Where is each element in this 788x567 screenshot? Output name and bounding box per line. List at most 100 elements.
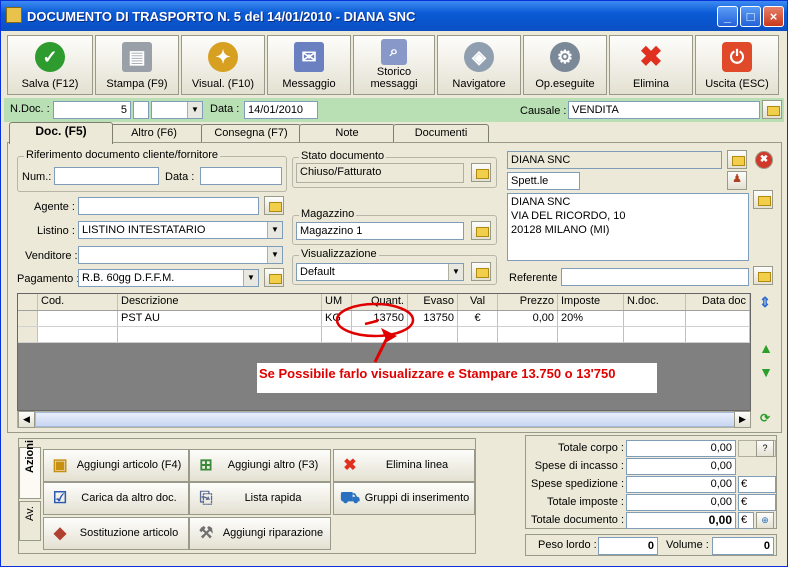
message-button[interactable]: ✉ Messaggio xyxy=(267,35,351,95)
warehouse-input[interactable]: Magazzino 1 xyxy=(296,222,464,240)
add-repair-button[interactable]: ⚒ Aggiungi riparazione xyxy=(189,517,331,550)
ndoc-input[interactable]: 5 xyxy=(53,101,131,119)
agente-folder-button[interactable] xyxy=(264,196,284,215)
tab-doc[interactable]: Doc. (F5) xyxy=(9,122,113,144)
shapes-icon: ◆ xyxy=(53,525,67,542)
customer-folder-button[interactable] xyxy=(727,150,747,169)
total-taxes-row: Totale imposte : 0,00 € xyxy=(526,494,778,512)
grid-plus-icon: ⊞ xyxy=(199,457,213,474)
quick-list-button[interactable]: ⎘ Lista rapida xyxy=(189,482,331,515)
col-ndoc[interactable]: N.doc. xyxy=(624,294,686,310)
venditore-select[interactable]: ▼ xyxy=(78,246,283,264)
tab-azioni[interactable]: Azioni xyxy=(19,440,41,499)
cell-val[interactable]: € xyxy=(458,311,498,326)
tab-consegna[interactable]: Consegna (F7) xyxy=(201,124,301,143)
ref-date-input[interactable] xyxy=(200,167,282,185)
cell-ndoc[interactable] xyxy=(624,327,686,342)
cell-imposte[interactable]: 20% xyxy=(558,311,624,326)
preview-button[interactable]: ✦ Visual. (F10) xyxy=(181,35,265,95)
move-down-icon[interactable]: ▼ xyxy=(757,363,775,381)
cell-descrizione[interactable]: PST AU xyxy=(118,311,322,326)
person-icon[interactable]: ♟ xyxy=(727,171,747,190)
add-other-button[interactable]: ⊞ Aggiungi altro (F3) xyxy=(189,449,331,482)
cell-cod[interactable] xyxy=(38,327,118,342)
scrollbar-thumb[interactable] xyxy=(35,412,740,427)
collection-fees-label: Spese di incasso : xyxy=(534,460,624,472)
delete-button[interactable]: ✖ Elimina xyxy=(609,35,693,95)
causale-input[interactable]: VENDITA xyxy=(568,101,760,119)
agente-input[interactable] xyxy=(78,197,259,215)
ndoc-series-select[interactable]: ▼ xyxy=(151,101,203,119)
cell-ndoc[interactable] xyxy=(624,311,686,326)
minimize-button[interactable]: _ xyxy=(717,6,738,27)
col-descrizione[interactable]: Descrizione xyxy=(118,294,322,310)
save-button[interactable]: ✓ Salva (F12) xyxy=(7,35,93,95)
gross-weight-label: Peso lordo : xyxy=(538,539,597,551)
pagamento-folder-button[interactable] xyxy=(264,268,284,287)
tab-documenti[interactable]: Documenti xyxy=(393,124,489,143)
scroll-left-icon[interactable]: ◀ xyxy=(18,411,35,428)
insert-groups-button[interactable]: ⛟ Gruppi di inserimento xyxy=(333,482,475,515)
col-datadoc[interactable]: Data doc xyxy=(686,294,750,310)
view-select[interactable]: Default ▼ xyxy=(296,263,464,281)
ndoc-suffix-input[interactable] xyxy=(133,101,149,119)
total-body-label: Totale corpo : xyxy=(557,442,624,454)
cell-datadoc[interactable] xyxy=(686,327,750,342)
tab-av[interactable]: Av. xyxy=(19,501,41,541)
row-selector[interactable] xyxy=(18,311,38,326)
red-x-icon: ✖ xyxy=(639,41,663,72)
cell-val[interactable] xyxy=(458,327,498,342)
pagamento-value: R.B. 60gg D.F.F.M. xyxy=(82,272,175,284)
message-history-button[interactable]: ⌕ Storico messaggi xyxy=(353,35,435,95)
scroll-right-icon[interactable]: ▶ xyxy=(734,411,751,428)
warehouse-folder-button[interactable] xyxy=(471,221,491,240)
cell-prezzo[interactable] xyxy=(498,327,558,342)
refresh-icon[interactable]: ⟳ xyxy=(756,409,774,427)
exit-button[interactable]: ⏻ Uscita (ESC) xyxy=(695,35,779,95)
actions-panel: Azioni Av. ▣ Aggiungi articolo (F4) ⊞ Ag… xyxy=(18,438,476,554)
zoom-icon[interactable]: ⊕ xyxy=(756,512,774,529)
status-folder-button[interactable] xyxy=(471,163,491,182)
maximize-button[interactable]: □ xyxy=(740,6,761,27)
grid-horizontal-scrollbar[interactable]: ◀ ▶ xyxy=(17,411,751,428)
replace-article-label: Sostituzione articolo xyxy=(79,527,179,539)
tab-altro[interactable]: Altro (F6) xyxy=(105,124,203,143)
cell-imposte[interactable] xyxy=(558,327,624,342)
sort-up-down-icon[interactable]: ⇕ xyxy=(756,293,774,311)
col-imposte[interactable]: Imposte xyxy=(558,294,624,310)
view-folder-button[interactable] xyxy=(471,262,491,281)
referente-input[interactable] xyxy=(561,268,749,286)
delete-line-button[interactable]: ✖ Elimina linea xyxy=(333,449,475,482)
num-input[interactable] xyxy=(54,167,159,185)
done-ops-button[interactable]: ⚙ Op.eseguite xyxy=(523,35,607,95)
move-up-icon[interactable]: ▲ xyxy=(757,339,775,357)
row-selector[interactable] xyxy=(18,327,38,342)
replace-article-button[interactable]: ◆ Sostituzione articolo xyxy=(43,517,189,550)
referente-folder-button[interactable] xyxy=(753,266,773,285)
view-group-title: Visualizzazione xyxy=(299,248,379,260)
clear-customer-icon[interactable]: ✖ xyxy=(755,151,773,169)
col-cod[interactable]: Cod. xyxy=(38,294,118,310)
close-button[interactable]: × xyxy=(763,6,784,27)
status-group-title: Stato documento xyxy=(299,150,387,162)
address-folder-button[interactable] xyxy=(753,190,773,209)
date-input[interactable]: 14/01/2010 xyxy=(244,101,318,119)
tab-note[interactable]: Note xyxy=(299,124,395,143)
print-button[interactable]: ▤ Stampa (F9) xyxy=(95,35,179,95)
col-val[interactable]: Val xyxy=(458,294,498,310)
pagamento-select[interactable]: R.B. 60gg D.F.F.M. ▼ xyxy=(78,269,259,287)
add-article-button[interactable]: ▣ Aggiungi articolo (F4) xyxy=(43,449,189,482)
navigator-button[interactable]: ◈ Navigatore xyxy=(437,35,521,95)
address-box[interactable]: DIANA SNC VIA DEL RICORDO, 10 20128 MILA… xyxy=(507,193,749,261)
cell-prezzo[interactable]: 0,00 xyxy=(498,311,558,326)
shipping-fees-value: 0,00 xyxy=(626,476,736,493)
cell-cod[interactable] xyxy=(38,311,118,326)
col-prezzo[interactable]: Prezzo xyxy=(498,294,558,310)
help-button[interactable]: ? xyxy=(756,440,774,457)
cell-datadoc[interactable] xyxy=(686,311,750,326)
salutation-input[interactable]: Spett.le xyxy=(507,172,580,190)
causale-folder-button[interactable] xyxy=(762,100,782,119)
cell-descrizione[interactable] xyxy=(118,327,322,342)
load-from-doc-button[interactable]: ☑ Carica da altro doc. xyxy=(43,482,189,515)
listino-select[interactable]: LISTINO INTESTATARIO ▼ xyxy=(78,221,283,239)
